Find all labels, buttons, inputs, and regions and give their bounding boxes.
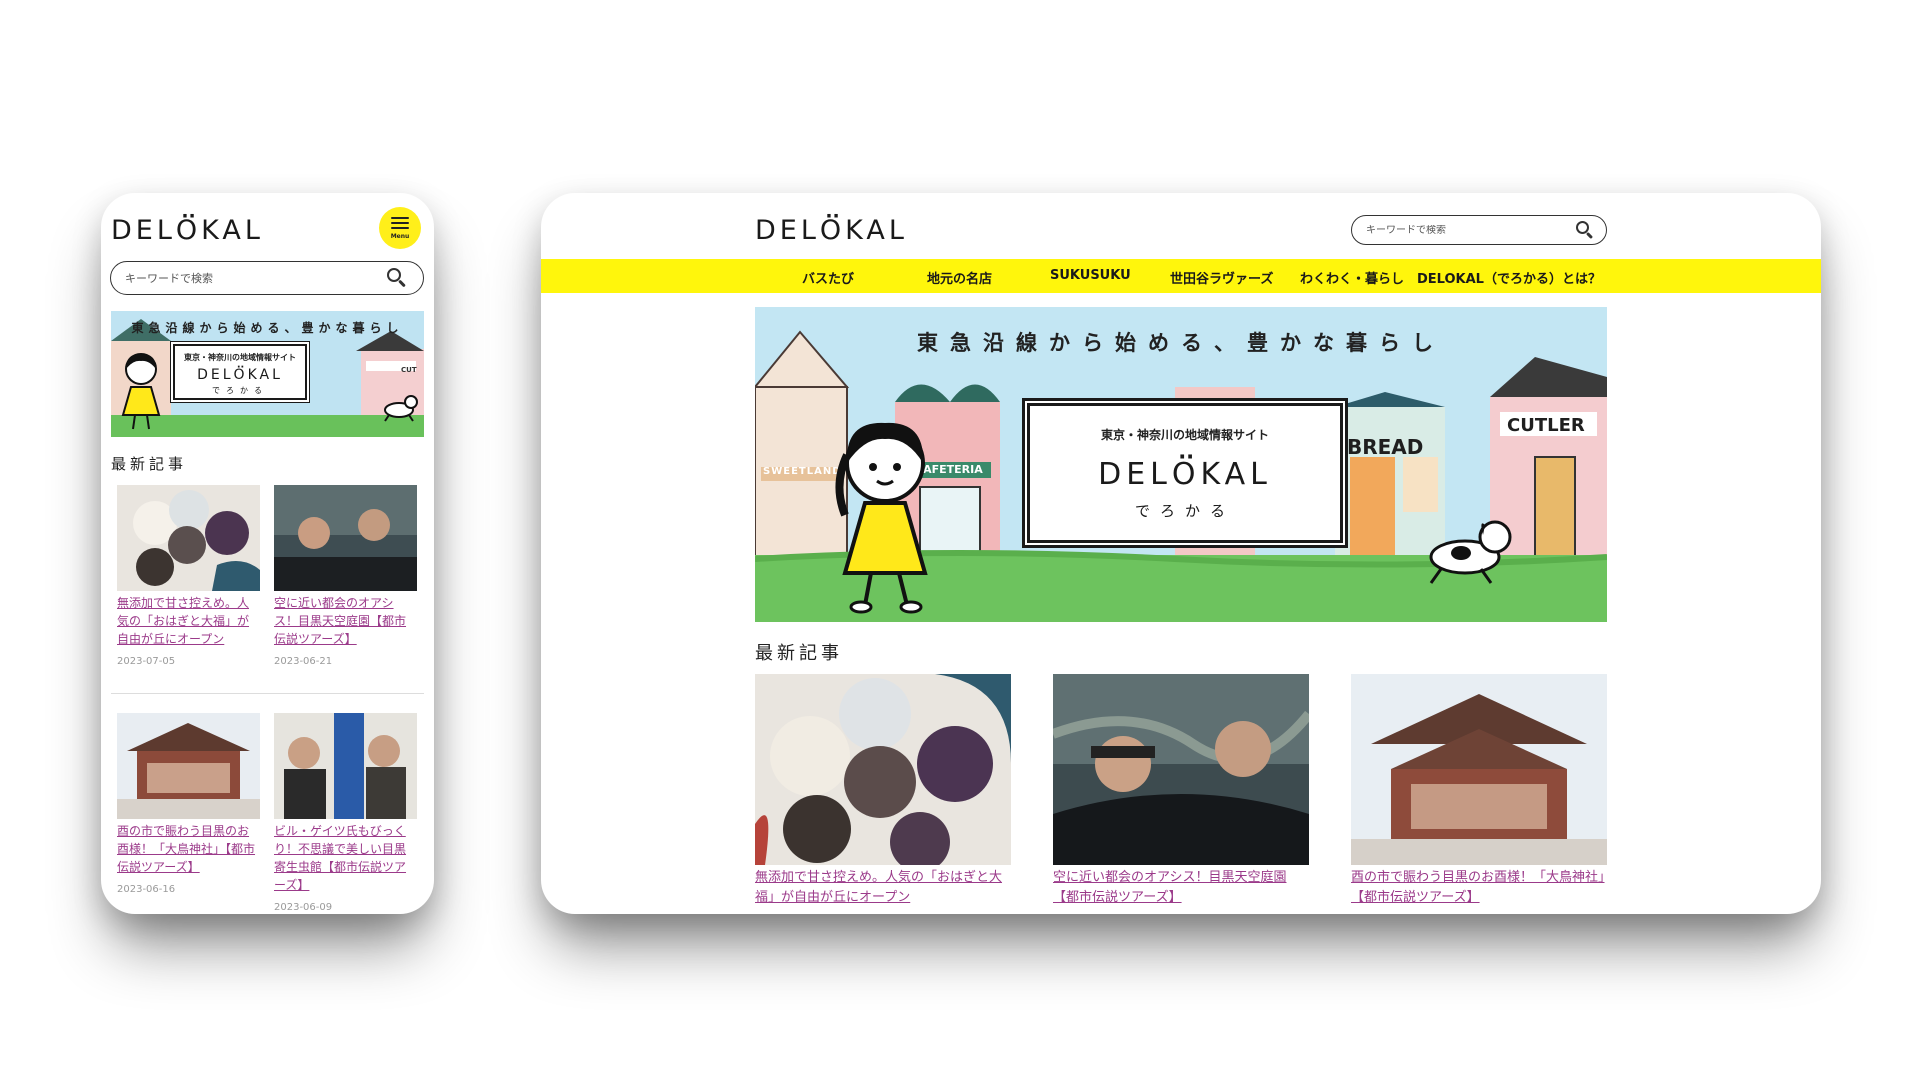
article-card[interactable]: ビル・ゲイツ氏もびっくり！不思議で美しい目黒寄生虫館【都市伝説ツアーズ】 202… [274, 713, 417, 913]
site-logo[interactable]: DELOKAL [111, 215, 264, 246]
ohagi-photo [117, 485, 260, 591]
article-title-link[interactable]: 酉の市で賑わう目黒のお酉様！「大鳥神社」【都市伝説ツアーズ】 [117, 822, 260, 876]
logo-text-part: DEL [197, 367, 234, 383]
dog-character-icon [1429, 520, 1512, 584]
nav-item-wakuwaku-kurashi[interactable]: わくわく・暮らし [1300, 268, 1404, 287]
search-icon[interactable] [385, 267, 407, 289]
hero-card-kana: でろかる [212, 386, 268, 395]
article-date: 2023-06-09 [274, 902, 333, 913]
logo-text-part: KAL [247, 367, 283, 383]
logo-text-part: KAL [1200, 457, 1272, 492]
hero-card-kana: でろかる [1134, 502, 1235, 520]
girl-character-icon [835, 422, 928, 614]
nav-item-setagaya-lovers[interactable]: 世田谷ラヴァーズ [1170, 268, 1273, 287]
sky-garden-photo [1053, 674, 1309, 865]
article-card[interactable]: 空に近い都会のオアシス！目黒天空庭園【都市伝説ツアーズ】 [1053, 674, 1309, 907]
hero-banner[interactable]: 東急沿線から始める、豊かな暮らし 東京・神奈川の地域情報サイト DELOKAL … [111, 311, 424, 437]
sky-garden-photo [274, 485, 417, 591]
hero-tagline: 東急沿線から始める、豊かな暮らし [131, 321, 404, 335]
latest-articles-heading: 最新記事 [755, 643, 843, 664]
article-title-link[interactable]: 無添加で甘さ控えめ。人気の「おはぎと大福」が自由が丘にオープン [117, 594, 260, 648]
logo-umlaut-letter: O [1172, 457, 1201, 492]
nav-item-sukusuku[interactable]: SUKUSUKU [1050, 268, 1131, 283]
hero-title-card: 東京・神奈川の地域情報サイト DELOKAL でろかる [1025, 401, 1345, 545]
shop-sign-bread: BREAD [1347, 435, 1424, 459]
search-bar [110, 261, 424, 295]
nav-item-local-shops[interactable]: 地元の名店 [927, 268, 992, 287]
article-card[interactable]: 無添加で甘さ控えめ。人気の「おはぎと大福」が自由が丘にオープン 2023-07-… [117, 485, 260, 667]
article-title-link[interactable]: ビル・ゲイツ氏もびっくり！不思議で美しい目黒寄生虫館【都市伝説ツアーズ】 [274, 822, 417, 894]
search-icon[interactable] [1574, 220, 1594, 240]
logo-text-part: DEL [755, 215, 820, 246]
tablet-frame: DELOKAL バスたび 地元の名店 SUKUSUKU 世田谷ラヴァーズ わくわ… [541, 193, 1821, 914]
menu-button[interactable]: Menu [379, 207, 421, 249]
logo-text-part: DEL [1098, 457, 1172, 492]
hero-card-logo: DELOKAL [1030, 457, 1340, 492]
menu-label: Menu [390, 233, 410, 240]
main-nav: バスたび 地元の名店 SUKUSUKU 世田谷ラヴァーズ わくわく・暮らし DE… [541, 259, 1821, 293]
hero-card-logo: DELOKAL [175, 367, 305, 383]
hero-banner[interactable]: 東急沿線から始める、豊かな暮らし SWEETLAND CAFETERIA BRE… [755, 307, 1607, 622]
article-card[interactable]: 酉の市で賑わう目黒のお酉様！「大鳥神社」【都市伝説ツアーズ】 [1351, 674, 1607, 907]
search-bar [1351, 215, 1607, 245]
article-card[interactable]: 空に近い都会のオアシス！目黒天空庭園【都市伝説ツアーズ】 2023-06-21 [274, 485, 417, 667]
logo-umlaut-letter: O [176, 215, 201, 246]
hero-title-card: 東京・神奈川の地域情報サイト DELOKAL でろかる [171, 342, 309, 402]
logo-umlaut-letter: O [234, 367, 248, 383]
divider [111, 693, 424, 694]
article-card[interactable]: 無添加で甘さ控えめ。人気の「おはぎと大福」が自由が丘にオープン [755, 674, 1011, 907]
phone-frame: DELOKAL Menu 東急沿線から始める、豊かな暮らし [101, 193, 434, 914]
article-title-link[interactable]: 空に近い都会のオアシス！目黒天空庭園【都市伝説ツアーズ】 [274, 594, 417, 648]
article-title-link[interactable]: 酉の市で賑わう目黒のお酉様！「大鳥神社」【都市伝説ツアーズ】 [1351, 868, 1607, 907]
dog-character-icon [384, 395, 418, 422]
search-input[interactable] [1352, 224, 1574, 236]
nav-item-bus-tabi[interactable]: バスたび [802, 268, 854, 287]
site-logo[interactable]: DELOKAL [755, 215, 908, 246]
shop-sign-cut: CUT [401, 366, 417, 374]
article-title-link[interactable]: 空に近い都会のオアシス！目黒天空庭園【都市伝説ツアーズ】 [1053, 868, 1309, 907]
logo-text-part: KAL [201, 215, 264, 246]
article-date: 2023-06-21 [274, 656, 333, 667]
article-date: 2023-06-16 [117, 884, 176, 895]
ohagi-photo [755, 674, 1011, 865]
search-input[interactable] [111, 271, 385, 285]
article-card[interactable]: 酉の市で賑わう目黒のお酉様！「大鳥神社」【都市伝説ツアーズ】 2023-06-1… [117, 713, 260, 895]
hero-tagline: 東急沿線から始める、豊かな暮らし [917, 331, 1445, 355]
museum-photo [274, 713, 417, 819]
article-date: 2023-07-05 [117, 656, 176, 667]
shrine-photo [1351, 674, 1607, 865]
shop-sign-cutler: CUTLER [1507, 415, 1585, 436]
latest-articles-heading: 最新記事 [111, 455, 188, 473]
article-title-link[interactable]: 無添加で甘さ控えめ。人気の「おはぎと大福」が自由が丘にオープン [755, 868, 1011, 907]
hero-card-subtitle: 東京・神奈川の地域情報サイト [1100, 428, 1269, 442]
logo-text-part: DEL [111, 215, 176, 246]
girl-character-icon [121, 353, 161, 430]
logo-umlaut-letter: O [820, 215, 845, 246]
shrine-photo [117, 713, 260, 819]
logo-text-part: KAL [845, 215, 908, 246]
nav-item-about[interactable]: DELOKAL（でろかる）とは？ [1417, 268, 1601, 287]
